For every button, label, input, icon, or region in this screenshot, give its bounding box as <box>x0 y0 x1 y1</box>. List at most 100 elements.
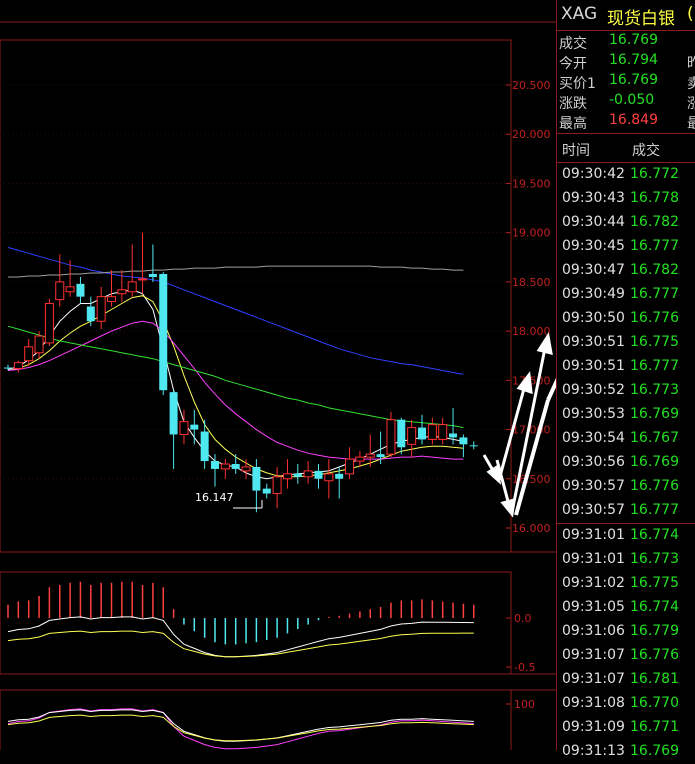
quote-edge-label: 最 <box>687 116 695 132</box>
tick-row[interactable]: 09:31:13 16.769 <box>557 740 695 764</box>
tick-time: 09:30:51 <box>562 334 625 350</box>
tick-time: 09:30:47 <box>562 262 625 278</box>
tick-time: 09:30:57 <box>562 502 625 518</box>
candle-body <box>13 362 23 370</box>
tick-row[interactable]: 09:30:56 16.769 <box>557 451 695 475</box>
tick-time: 09:30:45 <box>562 238 625 254</box>
price-axis: 20.50020.00019.50019.00018.50018.00017.5… <box>0 79 551 535</box>
quote-edge-label: 涨 <box>687 96 695 112</box>
tick-time: 09:30:52 <box>562 382 625 398</box>
low-annotation: 16.147 <box>195 491 263 509</box>
candle-body <box>117 289 127 295</box>
tick-row[interactable]: 09:31:06 16.779 <box>557 620 695 644</box>
tick-price: 16.776 <box>630 478 679 494</box>
ticks-header: 时间 成交 <box>557 133 695 163</box>
osc-tick-label: 100 <box>514 698 535 711</box>
candle-body <box>24 346 34 362</box>
candle-body <box>211 461 219 469</box>
tick-time: 09:31:05 <box>562 599 625 615</box>
candle-body <box>324 473 334 482</box>
quote-value: 16.769 <box>609 72 658 88</box>
candle-body <box>252 466 261 491</box>
macd-pane: 0.0 -0.5 <box>7 581 535 674</box>
tick-row[interactable]: 09:30:51 16.777 <box>557 355 695 379</box>
tick-row[interactable]: 09:31:07 16.776 <box>557 644 695 668</box>
quote-panel: XAG 现货白银 ( 成交 16.769 今开 16.794 昨买价1 16.769 卖涨跌… <box>556 0 695 759</box>
tick-row[interactable]: 09:31:09 16.771 <box>557 716 695 740</box>
tick-time: 09:31:02 <box>562 575 625 591</box>
tick-row[interactable]: 09:30:54 16.767 <box>557 427 695 451</box>
quote-block: 成交 16.769 今开 16.794 昨买价1 16.769 卖涨跌 -0.050 涨最高 16… <box>557 31 695 132</box>
tick-price: 16.776 <box>630 310 679 326</box>
ticks-list[interactable]: 09:30:42 16.772 09:30:43 16.778 09:30:44 16.7… <box>557 163 695 764</box>
moving-average-line <box>8 265 464 278</box>
tick-price: 16.772 <box>630 166 679 182</box>
tick-row[interactable]: 09:30:44 16.782 <box>557 211 695 235</box>
tick-row[interactable]: 09:30:47 16.782 <box>557 259 695 283</box>
quote-label: 成交 <box>559 36 587 52</box>
tick-row[interactable]: 09:31:01 16.773 <box>557 548 695 572</box>
tick-time: 09:31:08 <box>562 695 625 711</box>
tick-row[interactable]: 09:30:43 16.778 <box>557 187 695 211</box>
candle-body <box>449 433 458 438</box>
tick-row[interactable]: 09:31:07 16.781 <box>557 668 695 692</box>
price-tick-label: 19.000 <box>512 227 551 240</box>
tick-price: 16.777 <box>630 502 679 518</box>
tick-price: 16.773 <box>630 551 679 567</box>
tick-price: 16.771 <box>630 719 679 735</box>
candle-body <box>220 463 230 470</box>
macd-dea-line <box>7 630 474 658</box>
tick-row[interactable]: 09:30:45 16.777 <box>557 235 695 259</box>
tick-row[interactable]: 09:30:49 16.777 <box>557 283 695 307</box>
tick-price: 16.775 <box>630 334 679 350</box>
price-tick-label: 18.500 <box>512 276 551 289</box>
candle-body <box>44 303 54 344</box>
quote-value: 16.769 <box>609 32 658 48</box>
candle-body <box>4 367 12 369</box>
symbol-code: XAG <box>561 4 598 24</box>
quote-row: 买价1 16.769 卖 <box>557 71 695 92</box>
tick-row[interactable]: 09:30:57 16.776 <box>557 475 695 499</box>
tick-price: 16.770 <box>630 695 679 711</box>
quote-value: 16.794 <box>609 52 658 68</box>
tick-row[interactable]: 09:30:52 16.773 <box>557 379 695 403</box>
tick-row[interactable]: 09:31:08 16.770 <box>557 692 695 716</box>
tick-row[interactable]: 09:31:01 16.774 <box>557 523 695 548</box>
tick-row[interactable]: 09:31:05 16.774 <box>557 596 695 620</box>
tick-price: 16.769 <box>630 406 679 422</box>
tick-time: 09:30:53 <box>562 406 625 422</box>
tick-row[interactable]: 09:30:50 16.776 <box>557 307 695 331</box>
chart-area[interactable]: 20.500 20.000 19.500 19.000 18.500 18.000 17.5… <box>0 0 603 761</box>
chart-svg[interactable]: 20.50020.00019.50019.00018.50018.00017.5… <box>0 0 603 761</box>
osc-line-d <box>7 709 474 742</box>
symbol-header[interactable]: XAG 现货白银 ( <box>557 0 695 31</box>
candle-body <box>127 281 137 293</box>
candle-body <box>86 306 95 322</box>
tick-row[interactable]: 09:30:42 16.772 <box>557 163 695 187</box>
tick-time: 09:31:09 <box>562 719 625 735</box>
candle-body <box>335 473 344 479</box>
tick-row[interactable]: 09:30:51 16.775 <box>557 331 695 355</box>
candle-body <box>427 424 437 440</box>
moving-average-line <box>7 325 464 429</box>
candle-body <box>76 283 85 297</box>
quote-edge-label: 昨 <box>687 56 695 72</box>
price-tick-label: 20.000 <box>512 128 551 141</box>
tick-time: 09:31:07 <box>562 671 625 687</box>
tick-time: 09:30:49 <box>562 286 625 302</box>
tick-time: 09:30:42 <box>562 166 625 182</box>
candle-body <box>438 424 448 440</box>
tick-time: 09:31:07 <box>562 647 625 663</box>
oscillator-pane: 100 <box>7 698 535 750</box>
low-annotation-label: 16.147 <box>195 491 234 504</box>
price-tick-label: 19.500 <box>512 177 551 190</box>
candle-body <box>190 424 199 430</box>
tick-price: 16.775 <box>630 575 679 591</box>
candle-body <box>303 470 313 478</box>
tick-row[interactable]: 09:30:57 16.777 <box>557 499 695 523</box>
moving-average-line <box>7 246 464 375</box>
tick-row[interactable]: 09:31:02 16.775 <box>557 572 695 596</box>
tick-time: 09:30:44 <box>562 214 625 230</box>
tick-row[interactable]: 09:30:53 16.769 <box>557 403 695 427</box>
price-tick-label: 18.000 <box>512 325 551 338</box>
